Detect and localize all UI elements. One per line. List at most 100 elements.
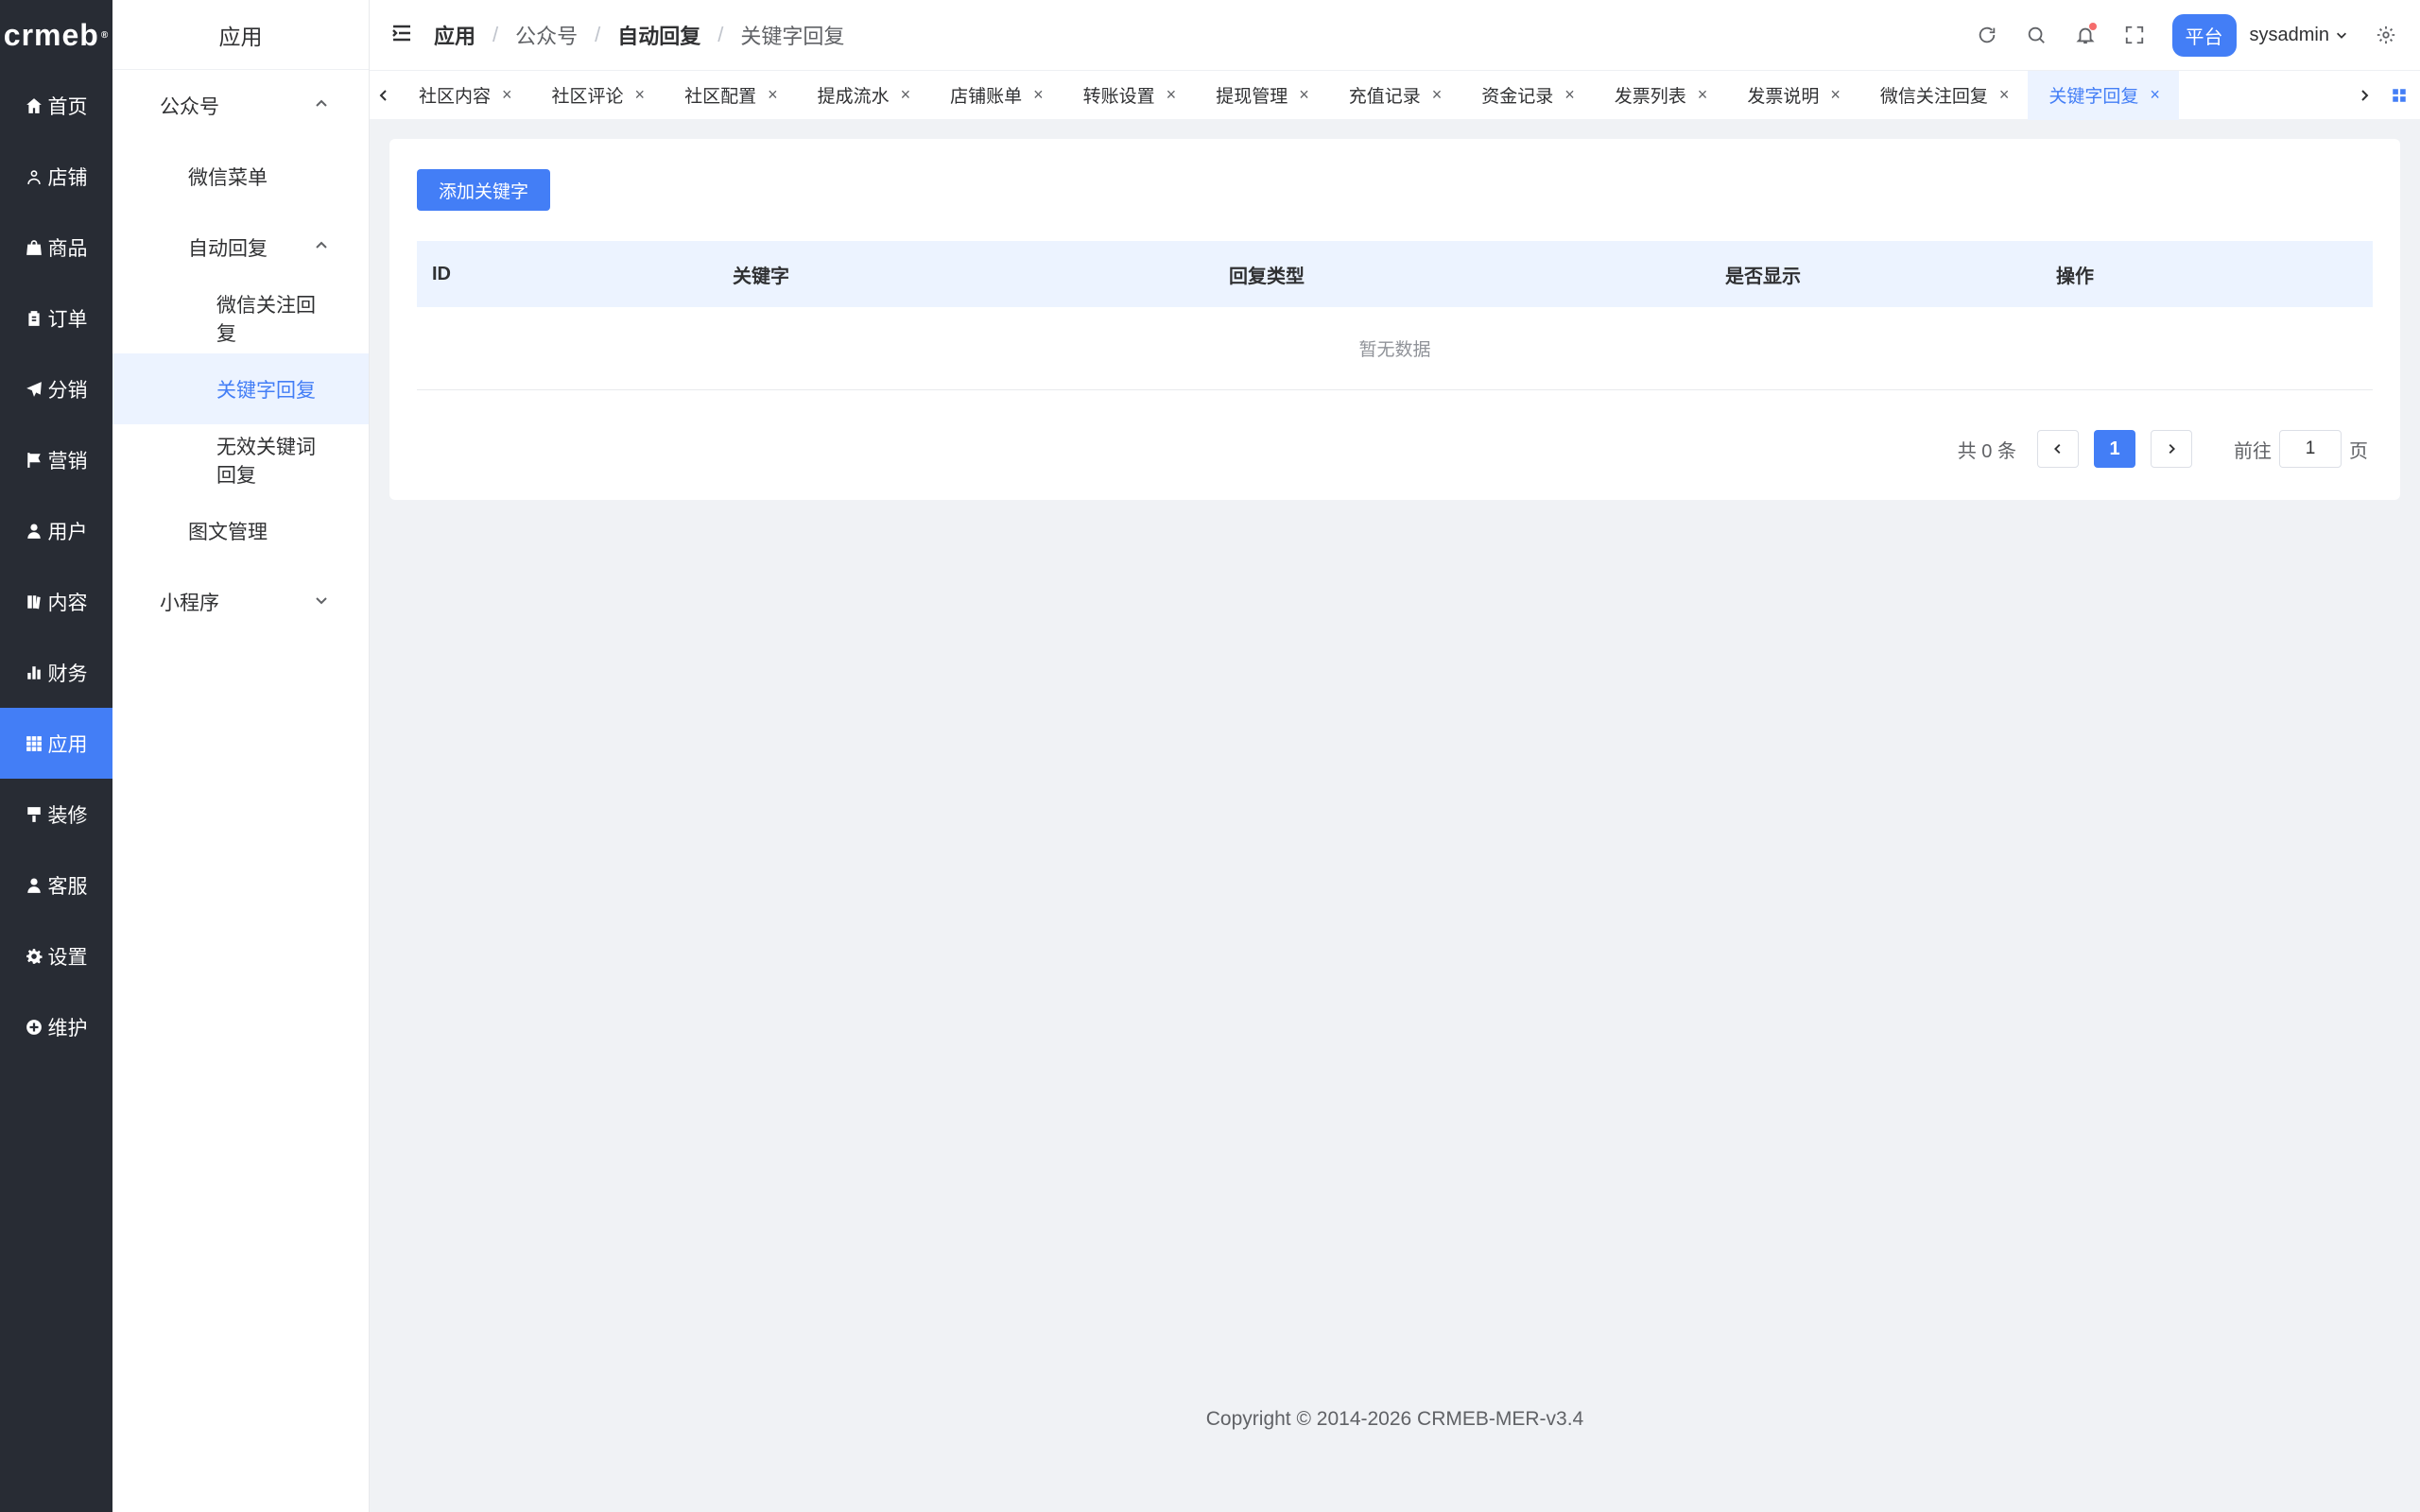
tabs-scroll-left-icon[interactable] (370, 88, 398, 103)
gear-icon (26, 948, 43, 965)
tab-withdrawal-management[interactable]: 提现管理 × (1195, 71, 1328, 120)
sidebar-item-label: 内容 (47, 592, 88, 614)
user-dropdown[interactable]: sysadmin (2250, 25, 2348, 46)
sidebar-item-label: 财务 (47, 662, 88, 685)
tab-keyword-reply[interactable]: 关键字回复 × (2028, 70, 2179, 120)
close-icon[interactable]: × (635, 85, 646, 105)
column-header-visible: 是否显示 (1725, 266, 1801, 287)
tab-community-comments[interactable]: 社区评论 × (531, 71, 665, 120)
sidebar-item-label: 店铺 (47, 166, 88, 189)
tab-commission-flow[interactable]: 提成流水 × (797, 71, 930, 120)
page-number-current[interactable]: 1 (2094, 430, 2135, 468)
platform-button[interactable]: 平台 (2171, 13, 2237, 57)
submenu-item-wechat-menu[interactable]: 微信菜单 (112, 141, 369, 212)
table-empty-state: 暂无数据 (417, 307, 2373, 390)
sidebar-item-home[interactable]: 首页 (0, 70, 112, 141)
settings-gear-icon[interactable] (2361, 25, 2411, 45)
submenu-item-article-management[interactable]: 图文管理 (112, 495, 369, 566)
tab-label: 转账设置 (1082, 87, 1155, 107)
home-icon (26, 97, 43, 114)
chevron-down-icon (2337, 32, 2346, 39)
submenu-title: 应用 (112, 0, 369, 70)
user-icon (26, 523, 43, 540)
breadcrumb-item[interactable]: 应用 (434, 20, 475, 50)
chevron-up-icon (314, 94, 329, 117)
close-icon[interactable]: × (1167, 85, 1177, 105)
close-icon[interactable]: × (1999, 85, 2010, 105)
fullscreen-icon[interactable] (2110, 25, 2159, 45)
tab-invoice-notes[interactable]: 发票说明 × (1726, 71, 1859, 120)
submenu-item-auto-reply[interactable]: 自动回复 (112, 212, 369, 283)
tab-store-bills[interactable]: 店铺账单 × (929, 71, 1063, 120)
tab-label: 微信关注回复 (1879, 87, 1988, 107)
tab-follow-reply[interactable]: 微信关注回复 × (1859, 71, 2029, 120)
sidebar-item-apps[interactable]: 应用 (0, 708, 112, 779)
search-icon[interactable] (2012, 25, 2061, 45)
tab-label: 店铺账单 (950, 87, 1023, 107)
submenu-item-follow-reply[interactable]: 微信关注回复 (112, 283, 369, 353)
add-keyword-button[interactable]: 添加关键字 (417, 169, 551, 211)
close-icon[interactable]: × (1432, 85, 1443, 105)
submenu-item-official-account[interactable]: 公众号 (112, 70, 369, 141)
sidebar-item-products[interactable]: 商品 (0, 212, 112, 283)
tab-label: 提现管理 (1216, 87, 1288, 107)
sidebar-item-users[interactable]: 用户 (0, 495, 112, 566)
sidebar-item-distribution[interactable]: 分销 (0, 353, 112, 424)
prev-page-button[interactable] (2037, 430, 2079, 468)
breadcrumb-item-current: 关键字回复 (740, 25, 845, 48)
close-icon[interactable]: × (1564, 85, 1575, 105)
tab-community-config[interactable]: 社区配置 × (664, 71, 797, 120)
tab-invoice-list[interactable]: 发票列表 × (1594, 71, 1727, 120)
bell-icon[interactable] (2061, 23, 2110, 45)
sidebar-item-decoration[interactable]: 装修 (0, 779, 112, 850)
tab-recharge-records[interactable]: 充值记录 × (1328, 71, 1461, 120)
user-outline-icon (26, 168, 43, 185)
submenu-item-mini-program[interactable]: 小程序 (112, 566, 369, 637)
sidebar-item-settings[interactable]: 设置 (0, 920, 112, 991)
refresh-icon[interactable] (1962, 25, 2012, 45)
logo[interactable]: crmeb ® (0, 0, 112, 70)
sidebar-item-finance[interactable]: 财务 (0, 637, 112, 708)
submenu-panel: 应用 公众号 微信菜单 自动回复 微信关注回复 关键字回复 无效关键词回复 图文… (112, 0, 370, 1512)
submenu-item-label: 自动回复 (188, 237, 268, 260)
tab-fund-records[interactable]: 资金记录 × (1461, 71, 1594, 120)
sidebar-item-content[interactable]: 内容 (0, 566, 112, 637)
close-icon[interactable]: × (1698, 85, 1708, 105)
tab-transfer-settings[interactable]: 转账设置 × (1063, 71, 1196, 120)
sidebar-item-customer-service[interactable]: 客服 (0, 850, 112, 920)
goto-page-input[interactable] (2279, 430, 2342, 468)
close-icon[interactable]: × (502, 85, 512, 105)
goto-label: 前往 (2234, 440, 2272, 462)
header-actions: 平台 sysadmin (1962, 0, 2420, 70)
close-icon[interactable]: × (2150, 85, 2160, 105)
pagination-total: 共 0 条 (1957, 440, 2016, 462)
chevron-down-icon (314, 591, 329, 613)
sidebar-item-label: 设置 (47, 946, 88, 969)
next-page-button[interactable] (2151, 430, 2192, 468)
breadcrumb-item[interactable]: 公众号 (515, 20, 578, 50)
sidebar-item-orders[interactable]: 订单 (0, 283, 112, 353)
sidebar-item-label: 维护 (47, 1017, 88, 1040)
close-icon[interactable]: × (1299, 85, 1309, 105)
sidebar-item-label: 装修 (47, 804, 88, 827)
tab-label: 社区配置 (684, 87, 757, 107)
tabs-menu-grid-icon[interactable] (2378, 87, 2420, 104)
tab-community-content[interactable]: 社区内容 × (398, 71, 531, 120)
submenu-item-invalid-keyword-reply[interactable]: 无效关键词回复 (112, 424, 369, 495)
sidebar-item-maintenance[interactable]: 维护 (0, 991, 112, 1062)
notification-dot (2088, 23, 2097, 30)
sidebar-item-marketing[interactable]: 营销 (0, 424, 112, 495)
submenu-item-label: 微信关注回复 (216, 294, 316, 345)
close-icon[interactable]: × (1830, 85, 1841, 105)
bag-icon (26, 239, 43, 256)
close-icon[interactable]: × (1033, 85, 1044, 105)
close-icon[interactable]: × (768, 85, 778, 105)
tab-label: 充值记录 (1348, 87, 1421, 107)
menu-toggle-icon[interactable] (390, 22, 413, 49)
breadcrumb-item[interactable]: 自动回复 (617, 20, 700, 50)
sidebar-item-store[interactable]: 店铺 (0, 141, 112, 212)
close-icon[interactable]: × (901, 85, 911, 105)
submenu-item-keyword-reply[interactable]: 关键字回复 (112, 353, 369, 424)
grid-icon (26, 735, 43, 752)
tabs-scroll-right-icon[interactable] (2350, 88, 2378, 103)
